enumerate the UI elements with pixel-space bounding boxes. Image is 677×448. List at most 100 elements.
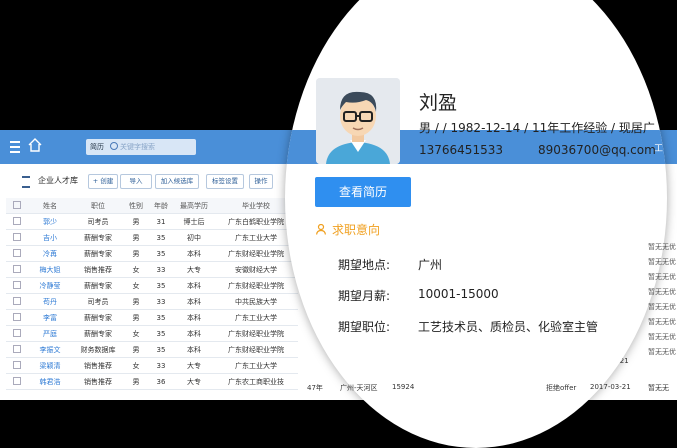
cell-gender: 男 [124,213,148,230]
cell-name[interactable]: 苟丹 [28,293,72,310]
row-checkbox[interactable] [6,341,28,358]
row-checkbox[interactable] [6,213,28,230]
table-row[interactable]: 严庭 薪酬专家女 35 本科 广东财经职业学院 [6,325,298,342]
cell-position: 薪酬专家 [72,229,124,246]
cell-gender: 女 [124,325,148,342]
cell-name[interactable]: 李富 [28,309,72,326]
search-placeholder[interactable]: 关键字搜索 [120,142,155,152]
operation-button[interactable]: 操作 [249,174,273,189]
cell-experience: 47年 [307,384,323,392]
expected-salary-value: 10001-15000 [418,287,499,301]
cell-education: 本科 [174,309,214,326]
row-checkbox[interactable] [6,277,28,294]
user-icon [316,224,326,235]
header-gender[interactable]: 性别 [124,198,148,214]
tag-settings-button[interactable]: 标签设置 [206,174,244,189]
cell-education: 本科 [174,325,214,342]
table-row[interactable]: 李振文 财务数据库男 35 本科 广东财经职业学院 [6,341,298,358]
job-intent-header: 求职意向 [316,221,380,238]
candidate-email: 89036700@qq.com [538,143,656,157]
cell-position: 薪酬专家 [72,277,124,294]
cell-name[interactable]: 李振文 [28,341,72,358]
row-checkbox[interactable] [6,245,28,262]
cell-name[interactable]: 严庭 [28,325,72,342]
tag-cell: 暂无无优 [648,348,676,356]
cell-age: 35 [148,309,174,326]
cell-position: 司考员 [72,213,124,230]
avatar [316,78,400,164]
cell-position: 财务数据库 [72,341,124,358]
candidate-info: 男 / / 1982-12-14 / 11年工作经验 / 现居广 [419,121,655,135]
row-checkbox[interactable] [6,325,28,342]
cell-education: 大专 [174,357,214,374]
cell-education: 本科 [174,341,214,358]
search-box[interactable]: 简历 关键字搜索 [86,139,196,155]
create-button[interactable]: + 创建 [88,174,118,189]
header-education[interactable]: 最高学历 [174,198,214,214]
cell-age: 31 [148,213,174,230]
cell-position: 薪酬专家 [72,325,124,342]
cell-school: 广东财经职业学院 [214,341,298,358]
cell-gender: 男 [124,245,148,262]
search-category[interactable]: 简历 [90,142,104,152]
cell-position: 销售推荐 [72,373,124,390]
cell-age: 33 [148,357,174,374]
cell-name[interactable]: 郭少 [28,213,72,230]
table-row[interactable]: 韩君浩 销售推荐男 36 大专 广东农工商职业技 [6,373,298,390]
cell-age: 35 [148,325,174,342]
cell-name[interactable]: 韩君浩 [28,373,72,390]
table-row[interactable]: 冷静莹 薪酬专家女 35 本科 广东财经职业学院 [6,277,298,294]
cell-age: 35 [148,245,174,262]
candidate-name: 刘盈 [419,92,458,114]
tag-cell: 暂无无优 [648,258,676,266]
menu-icon[interactable] [10,141,20,153]
row-checkbox[interactable] [6,357,28,374]
cell-school: 广东工业大学 [214,309,298,326]
row-checkbox[interactable] [6,373,28,390]
cell-school: 广东财经职业学院 [214,245,298,262]
row-checkbox[interactable] [6,261,28,278]
import-button[interactable]: 导入 [120,174,152,189]
cell-education: 大专 [174,373,214,390]
cell-position: 司考员 [72,293,124,310]
header-checkbox[interactable] [6,198,28,214]
expected-position-value: 工艺技术员、质检员、化验室主管 [418,320,599,334]
cell-name[interactable]: 冷苒 [28,245,72,262]
cell-tag: 暂无无 [648,384,669,392]
expected-location-value: 广州 [418,258,443,272]
cell-gender: 男 [124,229,148,246]
table-row[interactable]: 冷苒 薪酬专家男 35 本科 广东财经职业学院 [6,245,298,262]
row-checkbox[interactable] [6,229,28,246]
avatar-illustration [316,78,400,164]
cell-position: 薪酬专家 [72,309,124,326]
row-checkbox[interactable] [6,293,28,310]
cell-age: 33 [148,261,174,278]
cell-school: 广东农工商职业技 [214,373,298,390]
table-header-row: 姓名 职位 性别 年龄 最高学历 毕业学校 [6,198,298,214]
cell-name[interactable]: 冷静莹 [28,277,72,294]
view-resume-button[interactable]: 查看简历 [315,177,411,207]
cell-status: 拒绝offer [546,384,577,392]
table-row[interactable]: 李富 薪酬专家男 35 本科 广东工业大学 [6,309,298,326]
cell-education: 本科 [174,245,214,262]
table-row[interactable]: 郭少 司考员男 31 博士后 广东白鹤职业学院 [6,213,298,230]
table-row[interactable]: 梁颖清 销售推荐女 33 大专 广东工业大学 [6,357,298,374]
cell-name[interactable]: 吉小 [28,229,72,246]
expected-salary-label: 期望月薪: [338,289,391,303]
table-row[interactable]: 梅大姐 销售推荐女 33 大专 安徽财经大学 [6,261,298,278]
row-checkbox[interactable] [6,309,28,326]
tag-cell: 暂无无优 [648,333,676,341]
cell-name[interactable]: 梅大姐 [28,261,72,278]
search-icon[interactable] [110,142,118,150]
cell-name[interactable]: 梁颖清 [28,357,72,374]
home-icon[interactable] [28,138,42,152]
cell-age: 35 [148,277,174,294]
header-name[interactable]: 姓名 [28,198,72,214]
header-age[interactable]: 年龄 [148,198,174,214]
add-candidate-button[interactable]: 加入候选库 [155,174,199,189]
cell-position: 薪酬专家 [72,245,124,262]
list-icon [22,176,30,188]
table-row[interactable]: 吉小 薪酬专家男 35 初中 广东工业大学 [6,229,298,246]
table-row[interactable]: 苟丹 司考员男 33 本科 中共民族大学 [6,293,298,310]
header-position[interactable]: 职位 [72,198,124,214]
